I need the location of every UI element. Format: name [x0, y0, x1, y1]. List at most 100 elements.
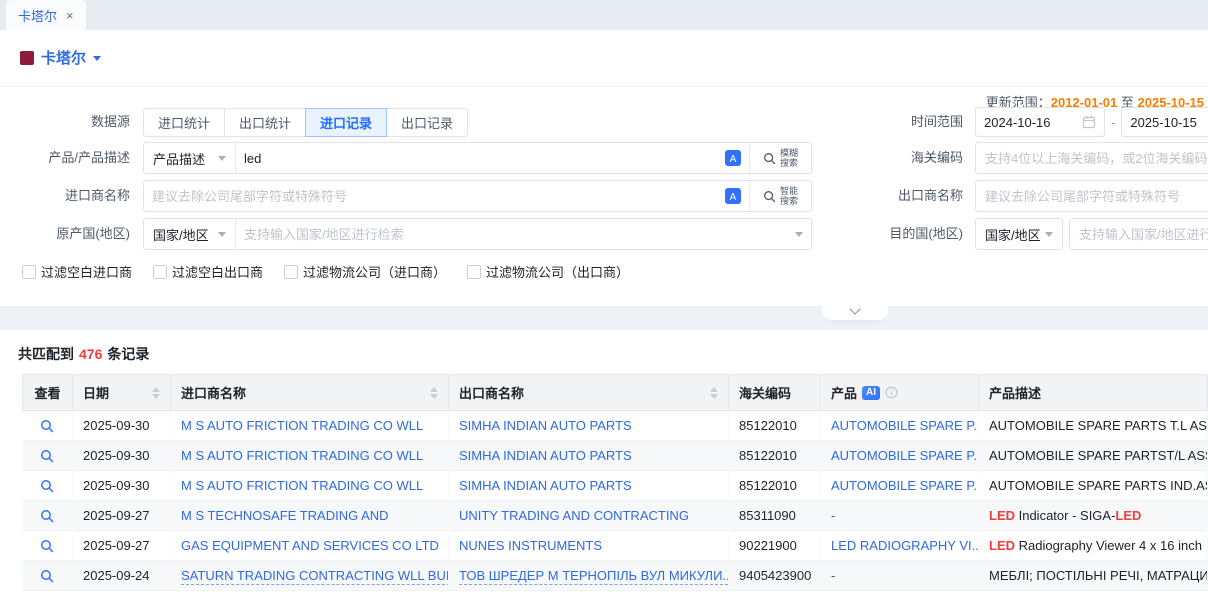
view-record-icon[interactable]	[40, 509, 54, 523]
exporter-cell: ТОВ ШРЕДЕР М ТЕРНОПІЛЬ ВУЛ МИКУЛИ...	[449, 561, 729, 591]
date-from-input[interactable]	[984, 115, 1070, 130]
view-record-icon[interactable]	[40, 449, 54, 463]
product-empty: -	[831, 508, 835, 523]
table-row: 2025-09-27GAS EQUIPMENT AND SERVICES CO …	[23, 531, 1208, 561]
translate-icon[interactable]: A	[725, 150, 741, 166]
view-cell[interactable]	[23, 531, 73, 561]
view-record-icon[interactable]	[40, 419, 54, 433]
table-row: 2025-09-30 M S AUTO FRICTION TRADING CO W…	[23, 411, 1208, 441]
importer-link[interactable]: SATURN TRADING CONTRACTING WLL BUI...	[181, 568, 449, 585]
row-product: 产品/产品描述 产品描述 A 模糊搜索 海关编码	[0, 142, 1208, 174]
filter-logistics-importer[interactable]: 过滤物流公司（进口商）	[284, 262, 446, 281]
date-from-field[interactable]	[975, 107, 1105, 137]
desc-cell: AUTOMOBILE SPARE PARTST/L ASSY ...	[979, 441, 1208, 471]
col-header-importer[interactable]: 进口商名称	[171, 375, 449, 411]
product-link[interactable]: AUTOMOBILE SPARE P...	[831, 478, 979, 493]
checkbox[interactable]	[22, 265, 36, 279]
summary-prefix: 共匹配到	[18, 346, 74, 362]
highlighted-term: LED	[989, 508, 1015, 523]
importer-link[interactable]: M S AUTO FRICTION TRADING CO WLL	[181, 478, 423, 493]
tab-qatar[interactable]: 卡塔尔 ×	[6, 0, 86, 30]
importer-link[interactable]: M S TECHNOSAFE TRADING AND	[181, 508, 389, 523]
product-link[interactable]: LED RADIOGRAPHY VI...	[831, 538, 979, 553]
table-row: 2025-09-30M S AUTO FRICTION TRADING CO W…	[23, 441, 1208, 471]
row-importer: 进口商名称 A 智能搜索 出口商名称	[0, 180, 1208, 212]
results-summary: 共匹配到476条记录	[18, 344, 149, 364]
destination-country-input[interactable]	[1079, 227, 1208, 242]
button-import-stats[interactable]: 进口统计	[143, 108, 225, 137]
importer-link[interactable]: M S AUTO FRICTION TRADING CO WLL	[181, 448, 423, 463]
exporter-cell: SIMHA INDIAN AUTO PARTS	[449, 411, 729, 441]
button-export-stats[interactable]: 出口统计	[224, 108, 306, 137]
svg-text:A: A	[730, 154, 737, 165]
chevron-down-icon	[93, 56, 101, 65]
product-cell: AUTOMOBILE SPARE P...	[821, 411, 979, 441]
view-cell[interactable]	[23, 561, 73, 591]
product-search-input[interactable]	[244, 151, 718, 166]
importer-link[interactable]: M S AUTO FRICTION TRADING CO WLL	[181, 418, 423, 433]
checkbox[interactable]	[467, 265, 481, 279]
product-link[interactable]: AUTOMOBILE SPARE P...	[831, 418, 979, 433]
exporter-link[interactable]: SIMHA INDIAN AUTO PARTS	[459, 418, 632, 433]
date-cell: 2025-09-30	[73, 411, 171, 441]
datasource-label: 数据源	[0, 106, 130, 138]
exporter-link[interactable]: SIMHA INDIAN AUTO PARTS	[459, 448, 632, 463]
sort-icons[interactable]	[152, 387, 160, 399]
product-link[interactable]: AUTOMOBILE SPARE P...	[831, 448, 979, 463]
filter-row: 过滤空白进口商 过滤空白出口商 过滤物流公司（进口商） 过滤物流公司（出口商）	[22, 262, 650, 281]
hs-code-input[interactable]	[985, 151, 1208, 166]
view-record-icon[interactable]	[40, 479, 54, 493]
sort-icons[interactable]	[430, 387, 438, 399]
view-cell[interactable]	[23, 501, 73, 531]
collapse-panel-button[interactable]	[822, 306, 888, 320]
origin-country-input[interactable]	[244, 227, 788, 242]
chevron-down-icon	[795, 232, 803, 241]
info-icon[interactable]	[885, 386, 898, 399]
hs-code-label: 海关编码	[845, 142, 963, 174]
fuzzy-search-toggle[interactable]: 模糊搜索	[749, 143, 811, 173]
view-cell[interactable]	[23, 471, 73, 501]
importer-cell: M S AUTO FRICTION TRADING CO WLL	[171, 411, 449, 441]
hs-code-cell: 85122010	[729, 411, 821, 441]
tab-close-icon[interactable]: ×	[66, 9, 74, 22]
summary-suffix: 条记录	[107, 346, 149, 362]
exporter-search-input[interactable]	[985, 189, 1208, 204]
date-to-field[interactable]	[1121, 107, 1208, 137]
exporter-link[interactable]: ТОВ ШРЕДЕР М ТЕРНОПІЛЬ ВУЛ МИКУЛИ...	[459, 568, 729, 585]
region-flag-icon	[20, 51, 34, 65]
smart-search-toggle[interactable]: 智能搜索	[749, 181, 811, 211]
view-record-icon[interactable]	[40, 569, 54, 583]
table-header-row: 查看 日期 进口商名称 出口商名称 海关编码	[23, 375, 1208, 411]
button-export-records[interactable]: 出口记录	[386, 108, 468, 137]
col-header-exporter[interactable]: 出口商名称	[449, 375, 729, 411]
filter-logistics-exporter[interactable]: 过滤物流公司（出口商）	[467, 262, 629, 281]
date-to-input[interactable]	[1130, 115, 1208, 130]
col-header-date[interactable]: 日期	[73, 375, 171, 411]
importer-search-input[interactable]	[152, 189, 718, 204]
view-record-icon[interactable]	[40, 539, 54, 553]
records-tbody: 2025-09-30 M S AUTO FRICTION TRADING CO W…	[23, 411, 1208, 591]
region-selector[interactable]: 卡塔尔	[20, 47, 101, 68]
hs-code-cell: 85122010	[729, 471, 821, 501]
checkbox[interactable]	[284, 265, 298, 279]
view-cell[interactable]	[23, 441, 73, 471]
datasource-button-group: 进口统计 出口统计 进口记录 出口记录	[143, 108, 468, 137]
filter-blank-exporter[interactable]: 过滤空白出口商	[153, 262, 263, 281]
product-empty: -	[831, 568, 835, 583]
view-cell[interactable]	[23, 411, 73, 441]
translate-icon[interactable]: A	[725, 188, 741, 204]
importer-cell: M S TECHNOSAFE TRADING AND	[171, 501, 449, 531]
divider	[0, 86, 1208, 87]
origin-type-select[interactable]: 国家/地区	[144, 219, 236, 249]
checkbox[interactable]	[153, 265, 167, 279]
product-type-select[interactable]: 产品描述	[144, 143, 236, 173]
col-header-desc: 产品描述	[979, 375, 1208, 411]
button-import-records[interactable]: 进口记录	[305, 108, 387, 137]
importer-link[interactable]: GAS EQUIPMENT AND SERVICES CO LTD	[181, 538, 439, 553]
sort-icons[interactable]	[710, 387, 718, 399]
exporter-link[interactable]: UNITY TRADING AND CONTRACTING	[459, 508, 689, 523]
destination-type-select[interactable]: 国家/地区	[975, 218, 1063, 250]
exporter-link[interactable]: NUNES INSTRUMENTS	[459, 538, 602, 553]
exporter-link[interactable]: SIMHA INDIAN AUTO PARTS	[459, 478, 632, 493]
filter-blank-importer[interactable]: 过滤空白进口商	[22, 262, 132, 281]
